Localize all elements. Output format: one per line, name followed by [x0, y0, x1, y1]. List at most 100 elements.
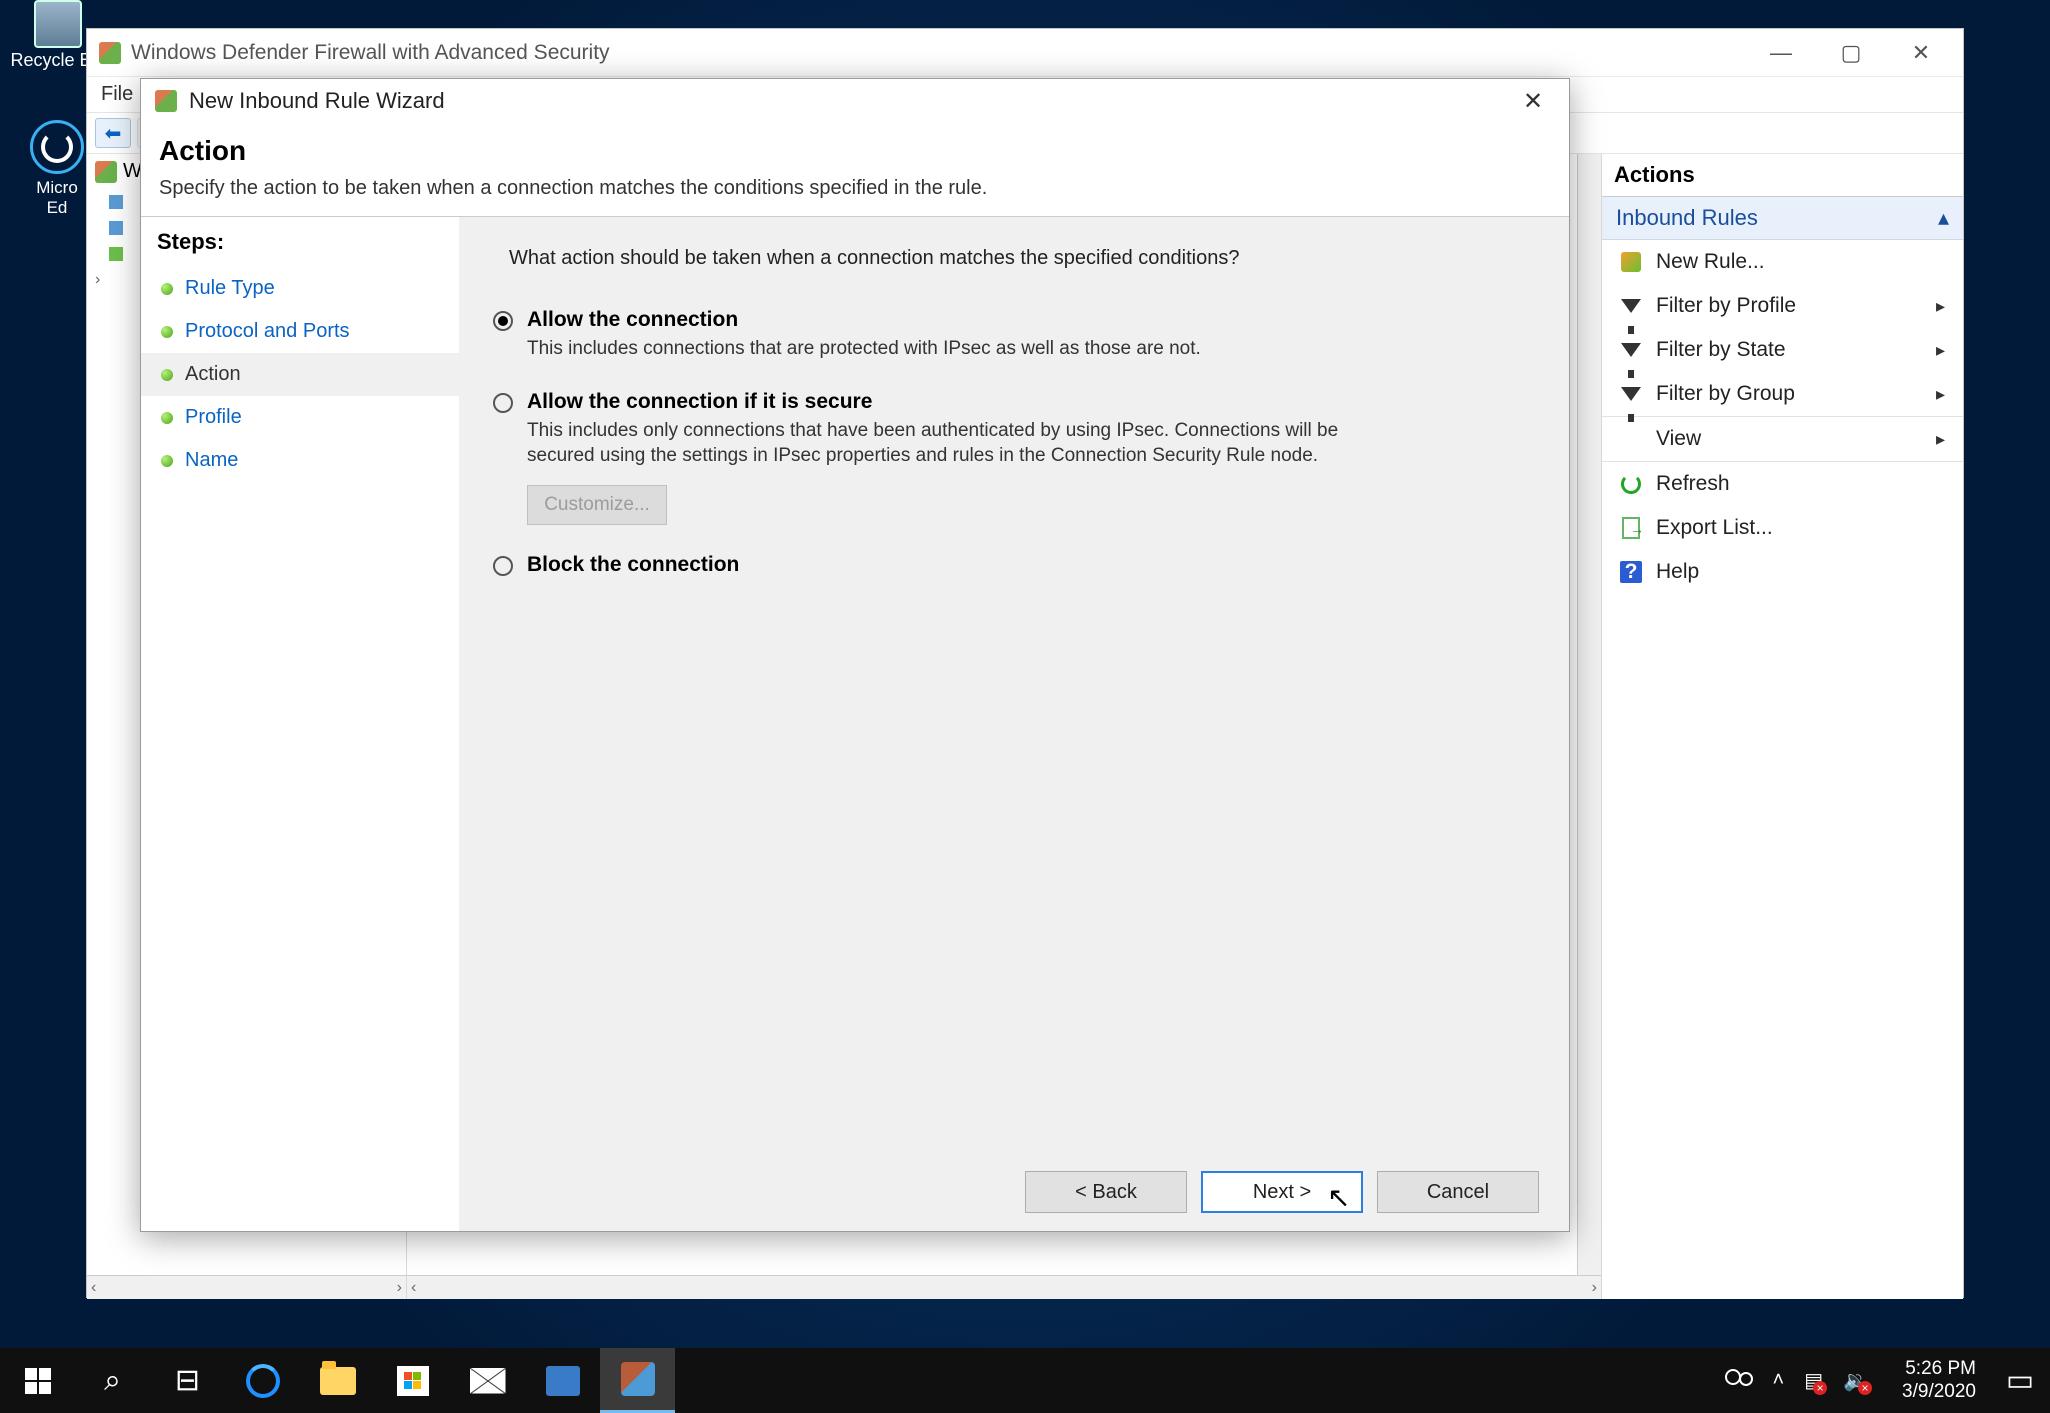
firewall-icon — [99, 42, 121, 64]
tree-hscrollbar[interactable]: ‹› — [87, 1275, 406, 1299]
rule-icon — [109, 247, 123, 261]
radio-block[interactable] — [493, 556, 513, 576]
option-block-label: Block the connection — [527, 553, 739, 577]
export-icon — [1622, 517, 1640, 539]
edge-icon — [246, 1364, 280, 1398]
filter-icon — [1621, 343, 1641, 357]
taskbar-app[interactable] — [525, 1348, 600, 1413]
steps-label: Steps: — [141, 217, 459, 267]
mail-icon — [470, 1368, 506, 1394]
edge-desktop-shortcut[interactable]: Micro Ed — [22, 120, 92, 218]
firewall-icon — [95, 161, 117, 183]
collapse-icon: ▴ — [1938, 205, 1949, 231]
taskbar: ⌕ ⊟ ˄ ▤× 🔉× 5:26 PM 3/9/2020 ▭ — [0, 1348, 2050, 1413]
step-dot-icon — [161, 455, 173, 467]
rule-icon — [109, 221, 123, 235]
filter-icon — [1621, 387, 1641, 401]
taskbar-firewall[interactable] — [600, 1348, 675, 1413]
store-icon — [397, 1366, 429, 1396]
actions-header: Actions — [1602, 154, 1963, 197]
taskbar-search[interactable]: ⌕ — [75, 1348, 150, 1413]
step-dot-icon — [161, 369, 173, 381]
refresh-icon — [1621, 474, 1641, 494]
taskbar-mail[interactable] — [450, 1348, 525, 1413]
taskbar-store[interactable] — [375, 1348, 450, 1413]
cancel-button[interactable]: Cancel — [1377, 1171, 1539, 1213]
new-rule-icon — [1621, 252, 1641, 272]
windows-logo-icon — [25, 1368, 51, 1394]
chevron-right-icon: ▸ — [1936, 429, 1945, 450]
next-button[interactable]: Next > — [1201, 1171, 1363, 1213]
wizard-header: Action Specify the action to be taken wh… — [141, 123, 1569, 217]
volume-icon[interactable]: 🔉× — [1843, 1368, 1868, 1393]
step-dot-icon — [161, 412, 173, 424]
option-allow-secure[interactable]: Allow the connection if it is secure Thi… — [493, 390, 1535, 469]
step-name[interactable]: Name — [141, 439, 459, 482]
center-hscrollbar[interactable]: ‹› — [407, 1275, 1601, 1299]
firewall-icon — [155, 90, 177, 112]
window-titlebar[interactable]: Windows Defender Firewall with Advanced … — [87, 29, 1963, 76]
nav-back-button[interactable]: ⬅ — [95, 118, 131, 148]
edge-label: Micro Ed — [22, 178, 92, 218]
option-block[interactable]: Block the connection — [493, 553, 1535, 581]
action-new-rule[interactable]: New Rule... — [1602, 240, 1963, 284]
help-icon: ? — [1620, 561, 1642, 583]
taskview-icon: ⊟ — [175, 1363, 200, 1398]
app-icon — [546, 1366, 580, 1396]
maximize-button[interactable]: ▢ — [1821, 33, 1881, 73]
actions-section-header[interactable]: Inbound Rules ▴ — [1602, 197, 1963, 240]
minimize-button[interactable]: — — [1751, 33, 1811, 73]
radio-allow-secure[interactable] — [493, 393, 513, 413]
clock-time: 5:26 PM — [1902, 1358, 1976, 1381]
step-dot-icon — [161, 283, 173, 295]
action-help[interactable]: ?Help — [1602, 550, 1963, 594]
step-rule-type[interactable]: Rule Type — [141, 267, 459, 310]
wizard-question: What action should be taken when a conne… — [509, 247, 1519, 270]
wizard-dialog: New Inbound Rule Wizard ✕ Action Specify… — [140, 78, 1570, 1232]
rule-icon — [109, 195, 123, 209]
window-title: Windows Defender Firewall with Advanced … — [131, 41, 610, 65]
chevron-right-icon: ▸ — [1936, 384, 1945, 405]
chevron-right-icon: ▸ — [1936, 296, 1945, 317]
folder-icon — [320, 1367, 356, 1395]
wizard-close-button[interactable]: ✕ — [1511, 83, 1555, 119]
search-icon: ⌕ — [104, 1364, 121, 1398]
network-icon[interactable]: ▤× — [1804, 1368, 1823, 1393]
action-center[interactable]: ▭ — [1990, 1348, 2050, 1413]
action-filter-state[interactable]: Filter by State▸ — [1602, 328, 1963, 372]
option-allow-secure-desc: This includes only connections that have… — [527, 418, 1377, 469]
wizard-footer: < Back Next > Cancel — [489, 1157, 1539, 1213]
notification-icon: ▭ — [2006, 1363, 2034, 1398]
step-action[interactable]: Action — [141, 353, 459, 396]
step-protocol[interactable]: Protocol and Ports — [141, 310, 459, 353]
option-allow[interactable]: Allow the connection This includes conne… — [493, 308, 1535, 362]
filter-icon — [1621, 299, 1641, 313]
taskbar-clock[interactable]: 5:26 PM 3/9/2020 — [1888, 1358, 1990, 1404]
action-filter-profile[interactable]: Filter by Profile▸ — [1602, 284, 1963, 328]
system-tray: ˄ ▤× 🔉× — [1705, 1368, 1889, 1393]
center-vscrollbar[interactable] — [1577, 154, 1601, 1275]
action-filter-group[interactable]: Filter by Group▸ — [1602, 372, 1963, 416]
menu-file[interactable]: File — [101, 83, 133, 106]
radio-allow[interactable] — [493, 311, 513, 331]
chevron-right-icon: ▸ — [1936, 340, 1945, 361]
wizard-subtitle: Specify the action to be taken when a co… — [159, 177, 1551, 200]
taskbar-taskview[interactable]: ⊟ — [150, 1348, 225, 1413]
back-button[interactable]: < Back — [1025, 1171, 1187, 1213]
people-icon[interactable] — [1725, 1369, 1753, 1393]
wizard-steps: Steps: Rule Type Protocol and Ports Acti… — [141, 217, 459, 1231]
start-button[interactable] — [0, 1348, 75, 1413]
action-export[interactable]: Export List... — [1602, 506, 1963, 550]
edge-icon — [30, 120, 84, 174]
action-refresh[interactable]: Refresh — [1602, 462, 1963, 506]
customize-button: Customize... — [527, 485, 667, 525]
tray-chevron-icon[interactable]: ˄ — [1773, 1369, 1785, 1392]
option-allow-label: Allow the connection — [527, 308, 1201, 332]
action-view[interactable]: View▸ — [1602, 417, 1963, 461]
close-button[interactable]: ✕ — [1891, 33, 1951, 73]
taskbar-explorer[interactable] — [300, 1348, 375, 1413]
step-profile[interactable]: Profile — [141, 396, 459, 439]
taskbar-edge[interactable] — [225, 1348, 300, 1413]
wizard-titlebar[interactable]: New Inbound Rule Wizard ✕ — [141, 79, 1569, 123]
step-dot-icon — [161, 326, 173, 338]
